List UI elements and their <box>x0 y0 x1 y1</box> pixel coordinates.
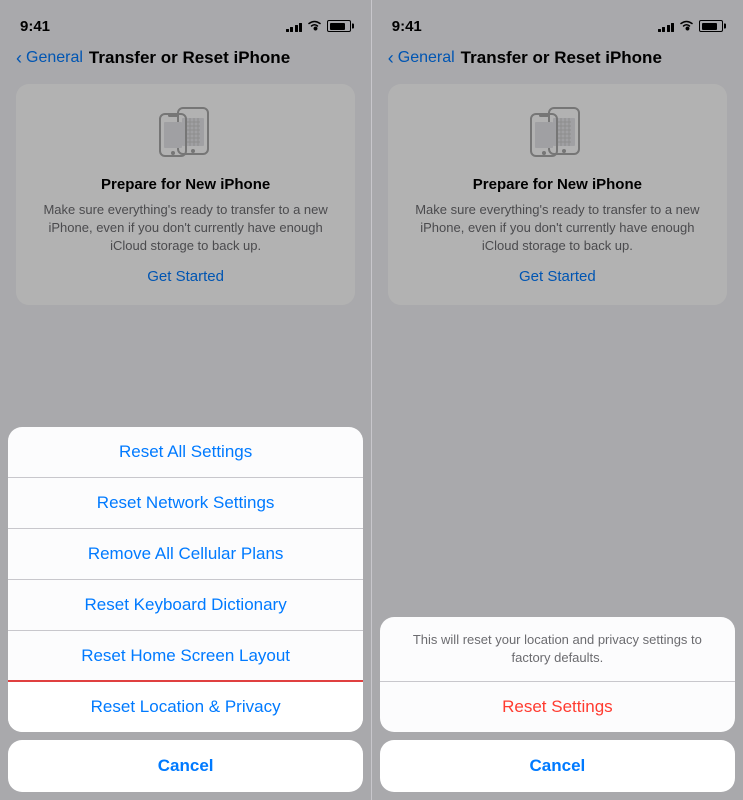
status-time-left: 9:41 <box>20 18 50 35</box>
get-started-button-left[interactable]: Get Started <box>147 268 224 285</box>
confirm-message: This will reset your location and privac… <box>380 617 735 682</box>
confirm-action-sheet: This will reset your location and privac… <box>372 617 743 800</box>
phone-icon-svg-left <box>150 104 222 164</box>
right-phone-panel: 9:41 ‹ General T <box>372 0 743 800</box>
battery-icon-right <box>699 20 723 32</box>
status-time-right: 9:41 <box>392 18 422 35</box>
get-started-button-right[interactable]: Get Started <box>519 268 596 285</box>
back-label-right: General <box>398 49 455 67</box>
reset-all-settings-option[interactable]: Reset All Settings <box>8 427 363 478</box>
page-title-right: Transfer or Reset iPhone <box>461 48 662 68</box>
status-icons-right <box>658 19 724 34</box>
back-label-left: General <box>26 49 83 67</box>
phone-icon-svg-right <box>521 104 593 164</box>
signal-icon-right <box>658 20 675 32</box>
page-title-left: Transfer or Reset iPhone <box>89 48 290 68</box>
status-bar-left: 9:41 <box>0 0 371 44</box>
cancel-button-left[interactable]: Cancel <box>8 740 363 792</box>
reset-location-privacy-option[interactable]: Reset Location & Privacy <box>8 682 363 732</box>
battery-icon-left <box>327 20 351 32</box>
left-phone-panel: 9:41 ‹ General T <box>0 0 371 800</box>
confirm-box: This will reset your location and privac… <box>380 617 735 732</box>
status-icons-left <box>286 19 352 34</box>
reset-action-sheet: Reset All Settings Reset Network Setting… <box>0 427 371 800</box>
wifi-icon-left <box>307 19 322 34</box>
phone-icon-container-left <box>150 104 222 164</box>
nav-header-left: ‹ General Transfer or Reset iPhone <box>0 44 371 76</box>
phone-icon-container-right <box>521 104 593 164</box>
prepare-desc-right: Make sure everything's ready to transfer… <box>404 201 711 256</box>
back-button-left[interactable]: ‹ General <box>16 49 83 67</box>
remove-cellular-plans-option[interactable]: Remove All Cellular Plans <box>8 529 363 580</box>
reset-network-settings-option[interactable]: Reset Network Settings <box>8 478 363 529</box>
confirm-reset-button[interactable]: Reset Settings <box>380 682 735 732</box>
prepare-desc-left: Make sure everything's ready to transfer… <box>32 201 339 256</box>
signal-icon-left <box>286 20 303 32</box>
chevron-left-icon: ‹ <box>16 49 22 67</box>
prepare-title-left: Prepare for New iPhone <box>101 176 270 193</box>
nav-header-right: ‹ General Transfer or Reset iPhone <box>372 44 743 76</box>
reset-options-list: Reset All Settings Reset Network Setting… <box>8 427 363 732</box>
reset-home-screen-layout-option[interactable]: Reset Home Screen Layout <box>8 631 363 682</box>
prepare-title-right: Prepare for New iPhone <box>473 176 642 193</box>
prepare-card-right: Prepare for New iPhone Make sure everyth… <box>388 84 727 305</box>
prepare-card-left: Prepare for New iPhone Make sure everyth… <box>16 84 355 305</box>
chevron-right-icon: ‹ <box>388 49 394 67</box>
status-bar-right: 9:41 <box>372 0 743 44</box>
wifi-icon-right <box>679 19 694 34</box>
reset-keyboard-dictionary-option[interactable]: Reset Keyboard Dictionary <box>8 580 363 631</box>
cancel-button-right[interactable]: Cancel <box>380 740 735 792</box>
back-button-right[interactable]: ‹ General <box>388 49 455 67</box>
